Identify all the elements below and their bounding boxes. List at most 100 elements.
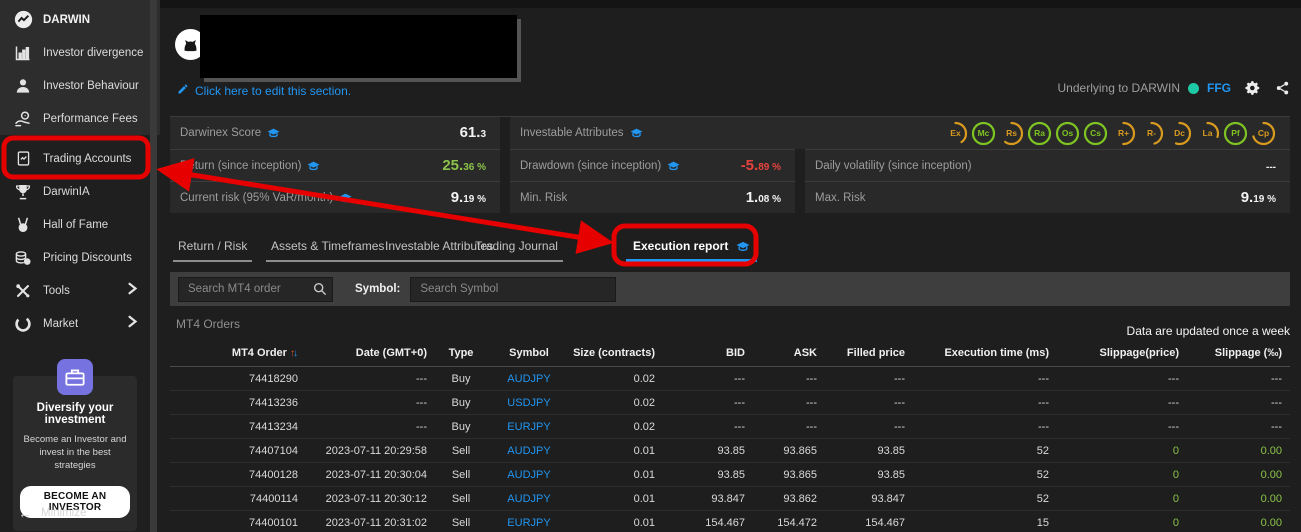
order-bid: 93.85 (683, 462, 753, 487)
order-slippage-permille: --- (1195, 414, 1290, 439)
stat-label: Max. Risk (815, 191, 866, 204)
main-content: Click here to edit this section. Underly… (160, 0, 1301, 532)
order-bid: 93.847 (683, 486, 753, 511)
order-filled-price: 93.847 (825, 486, 913, 511)
top-strip (160, 0, 1301, 8)
attribute-badge-ex[interactable]: Ex (943, 121, 968, 146)
stat-daily-volatility: Daily volatility (since inception) --- (805, 149, 1290, 181)
sidebar-item-hall-of-fame[interactable]: Hall of Fame (0, 208, 150, 241)
hand-coin-icon (13, 109, 33, 129)
tab-return-risk[interactable]: Return / Risk (173, 239, 253, 262)
stat-investable-attributes: Investable Attributes Ex Mc Rs Ra Os Cs R+ R- Dc… (510, 117, 1290, 149)
sort-desc-icon[interactable]: ↓ (293, 348, 298, 359)
minimize-button[interactable]: ← Minimize (18, 505, 86, 521)
stat-current-risk: Current risk (95% VaR/month) 9.19 % (170, 181, 500, 213)
attribute-badge-rminus[interactable]: R- (1139, 121, 1164, 146)
attribute-badge-rs[interactable]: Rs (999, 121, 1024, 146)
col-filled-price[interactable]: Filled price (825, 345, 913, 367)
chevron-right-icon (127, 282, 138, 300)
attribute-badge-rplus[interactable]: R+ (1111, 121, 1136, 146)
tab-trading-journal[interactable]: Trading Journal (470, 239, 563, 262)
col-type[interactable]: Type (435, 345, 493, 367)
order-symbol[interactable]: AUDJPY (493, 486, 571, 511)
order-size: 0.02 (571, 390, 683, 415)
graduation-cap-icon[interactable] (630, 128, 643, 138)
order-type: Buy (435, 366, 493, 391)
sidebar-item-investor-behaviour[interactable]: Investor Behaviour (0, 69, 150, 102)
order-type: Buy (435, 390, 493, 415)
settings-gear-icon[interactable] (1245, 80, 1261, 96)
order-type: Sell (435, 510, 493, 532)
order-slippage-price: --- (1071, 414, 1195, 439)
order-symbol[interactable]: EURJPY (493, 510, 571, 532)
attribute-badge-cp[interactable]: Cp (1251, 121, 1276, 146)
order-slippage-permille: 0.00 (1195, 438, 1290, 463)
sidebar-item-tools[interactable]: Tools (0, 274, 150, 307)
col-mt4-order[interactable]: MT4 Order ↑↓ (170, 345, 320, 367)
col-ask[interactable]: ASK (753, 345, 825, 367)
order-id: 74418290 (170, 366, 320, 391)
attribute-badge-os[interactable]: Os (1055, 121, 1080, 146)
sidebar-scrollbar[interactable] (150, 0, 157, 532)
col-slippage-price[interactable]: Slippage(price) (1071, 345, 1195, 367)
graduation-cap-icon[interactable] (267, 128, 280, 138)
bar-chart-icon (13, 43, 33, 63)
tab-execution-report[interactable]: Execution report (626, 239, 758, 262)
sidebar-item-trading-accounts[interactable]: Trading Accounts (0, 142, 150, 175)
order-symbol[interactable]: AUDJPY (493, 366, 571, 391)
stat-value: -5.89 % (740, 156, 781, 174)
attribute-badge-ra[interactable]: Ra (1027, 121, 1052, 146)
order-slippage-price: --- (1071, 390, 1195, 415)
attribute-badge-la[interactable]: La (1195, 121, 1220, 146)
sidebar-item-darwin[interactable]: DARWIN (0, 3, 150, 36)
order-exec-time: 52 (913, 486, 1071, 511)
symbol-filter-label: Symbol: (355, 283, 401, 295)
share-icon[interactable] (1275, 80, 1290, 96)
search-symbol-input[interactable] (410, 276, 617, 302)
order-filled-price: 154.467 (825, 510, 913, 532)
order-ask: 93.862 (753, 486, 825, 511)
col-symbol[interactable]: Symbol (493, 345, 571, 367)
order-filled-price: --- (825, 390, 913, 415)
order-date: 2023-07-11 20:29:58 (320, 438, 435, 463)
attribute-badge-mc[interactable]: Mc (971, 121, 996, 146)
order-size: 0.01 (571, 438, 683, 463)
order-ask: --- (753, 366, 825, 391)
search-mt4-order-input[interactable] (178, 276, 333, 302)
order-size: 0.01 (571, 510, 683, 532)
order-ask: 154.472 (753, 510, 825, 532)
col-execution-time[interactable]: Execution time (ms) (913, 345, 1071, 367)
briefcase-icon (57, 359, 93, 395)
graduation-cap-icon[interactable] (307, 161, 320, 171)
order-size: 0.01 (571, 486, 683, 511)
col-date[interactable]: Date (GMT+0) (320, 345, 435, 367)
sidebar-item-market[interactable]: Market (0, 307, 150, 340)
order-id: 74407104 (170, 438, 320, 463)
order-symbol[interactable]: USDJPY (493, 390, 571, 415)
sidebar-item-pricing-discounts[interactable]: Pricing Discounts (0, 241, 150, 274)
underlying-label: Underlying to DARWIN (1057, 81, 1180, 95)
orders-tbody: 74418290 --- Buy AUDJPY 0.02 --- --- --- --- --- -… (170, 366, 1290, 532)
order-size: 0.02 (571, 366, 683, 391)
sidebar-item-performance-fees[interactable]: Performance Fees (0, 102, 150, 135)
pencil-icon (177, 82, 189, 100)
order-symbol[interactable]: AUDJPY (493, 462, 571, 487)
order-symbol[interactable]: AUDJPY (493, 438, 571, 463)
attribute-badge-dc[interactable]: Dc (1167, 121, 1192, 146)
underlying-darwin-link[interactable]: FFG (1207, 81, 1231, 95)
sidebar-item-darwinia[interactable]: DarwinIA (0, 175, 150, 208)
trophy-icon (13, 182, 33, 202)
edit-section-link[interactable]: Click here to edit this section. (177, 82, 351, 100)
graduation-cap-icon[interactable] (339, 193, 352, 203)
attribute-badge-cs[interactable]: Cs (1083, 121, 1108, 146)
order-symbol[interactable]: EURJPY (493, 414, 571, 439)
col-bid[interactable]: BID (683, 345, 753, 367)
col-slippage-permille[interactable]: Slippage (‰) (1195, 345, 1290, 367)
order-size: 0.02 (571, 414, 683, 439)
order-id: 74400101 (170, 510, 320, 532)
col-size[interactable]: Size (contracts) (571, 345, 683, 367)
graduation-cap-icon[interactable] (667, 161, 680, 171)
sidebar-item-investor-divergence[interactable]: Investor divergence (0, 36, 150, 69)
attribute-badge-pf[interactable]: Pf (1223, 121, 1248, 146)
tab-assets-timeframes[interactable]: Assets & Timeframes (266, 239, 390, 262)
